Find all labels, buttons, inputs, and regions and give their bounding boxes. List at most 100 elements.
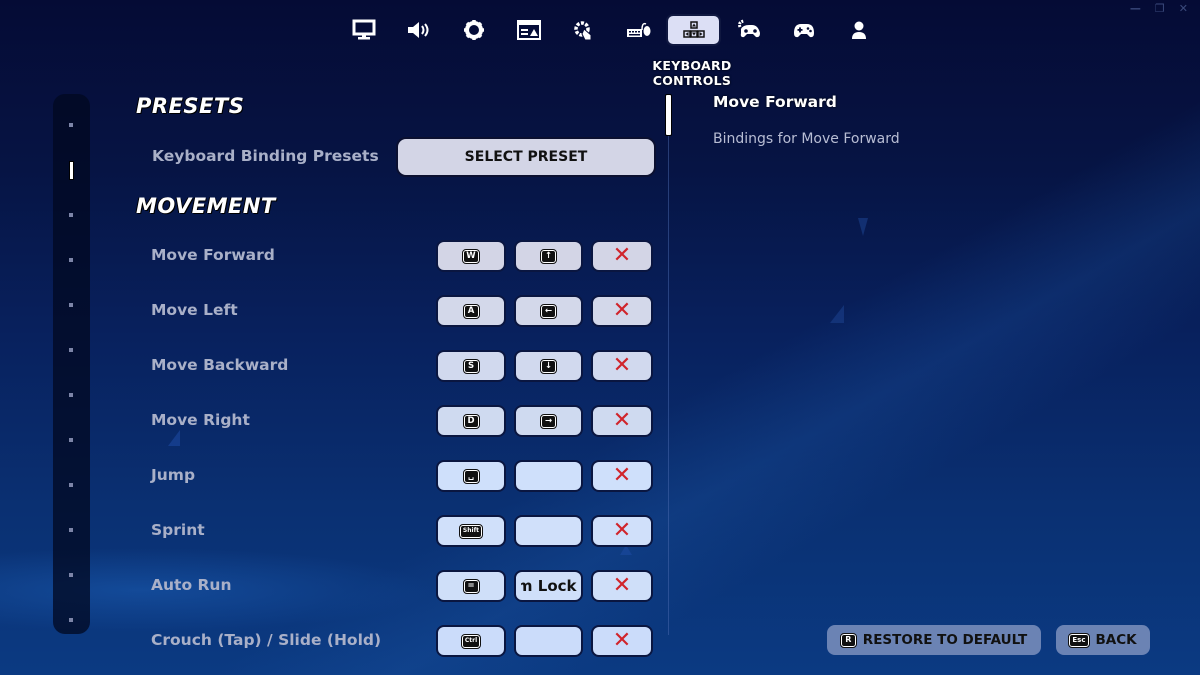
key-icon: = xyxy=(462,578,480,594)
keyboard-mouse-icon xyxy=(626,22,650,37)
primary-binding-button[interactable]: S xyxy=(436,350,506,382)
minimize-icon[interactable]: — xyxy=(1130,2,1141,15)
secondary-binding-button[interactable]: Num Lock xyxy=(514,570,583,602)
binding-label: Move Backward xyxy=(151,356,289,374)
arrow-key-icon: ↑ xyxy=(540,248,557,264)
primary-binding-button[interactable]: Shift xyxy=(436,515,506,547)
clear-binding-button[interactable]: ✕ xyxy=(591,240,653,272)
rail-marker[interactable] xyxy=(69,483,73,487)
primary-binding-button[interactable]: = xyxy=(436,570,506,602)
clear-binding-button[interactable]: ✕ xyxy=(591,405,653,437)
user-icon xyxy=(851,21,866,39)
secondary-binding-button[interactable]: ↑ xyxy=(514,240,583,272)
rail-marker[interactable] xyxy=(69,393,73,397)
binding-label: Sprint xyxy=(151,521,205,539)
key-icon: Ctrl xyxy=(460,633,482,649)
background-shard xyxy=(830,305,844,323)
close-x-icon: ✕ xyxy=(612,573,632,598)
clear-binding-button[interactable]: ✕ xyxy=(591,350,653,382)
binding-label: Move Right xyxy=(151,411,250,429)
rail-marker[interactable] xyxy=(69,348,73,352)
settings-tab-bar xyxy=(336,14,886,46)
tab-controller-settings[interactable] xyxy=(721,14,776,46)
primary-binding-button[interactable]: W xyxy=(436,240,506,272)
secondary-binding-button[interactable]: → xyxy=(514,405,583,437)
scrollbar-thumb[interactable] xyxy=(665,94,672,136)
rail-marker[interactable] xyxy=(69,258,73,262)
close-x-icon: ✕ xyxy=(612,243,632,268)
speaker-icon xyxy=(407,22,428,38)
key-icon: W xyxy=(462,248,480,264)
select-preset-button[interactable]: SELECT PRESET xyxy=(396,137,656,177)
r-key-icon: R xyxy=(839,632,857,648)
secondary-binding-button[interactable] xyxy=(514,625,583,657)
restore-label: RESTORE TO DEFAULT xyxy=(862,632,1028,648)
binding-label: Auto Run xyxy=(151,576,232,594)
esc-key-icon: Esc xyxy=(1068,632,1090,648)
back-label: BACK xyxy=(1095,632,1137,648)
clear-binding-button[interactable]: ✕ xyxy=(591,295,653,327)
rail-marker[interactable] xyxy=(69,618,73,622)
binding-label: Crouch (Tap) / Slide (Hold) xyxy=(151,631,382,649)
tab-controller[interactable] xyxy=(776,14,831,46)
detail-description: Bindings for Move Forward xyxy=(713,131,900,147)
window-controls: — ❐ ✕ xyxy=(1130,2,1188,15)
arrow-key-icon: ↓ xyxy=(540,358,557,374)
restore-icon[interactable]: ❐ xyxy=(1155,2,1165,15)
scrollbar-track[interactable] xyxy=(668,95,669,635)
rail-marker[interactable] xyxy=(69,123,73,127)
close-x-icon: ✕ xyxy=(612,628,632,653)
background-shard xyxy=(168,430,180,446)
rail-marker[interactable] xyxy=(69,573,73,577)
close-icon[interactable]: ✕ xyxy=(1179,2,1188,15)
rail-marker-active[interactable] xyxy=(69,161,74,180)
binding-label: Move Forward xyxy=(151,246,275,264)
rail-marker[interactable] xyxy=(69,303,73,307)
primary-binding-button[interactable]: ␣ xyxy=(436,460,506,492)
detail-title: Move Forward xyxy=(713,93,837,111)
binding-text: Num Lock xyxy=(521,577,577,595)
primary-binding-button[interactable]: A xyxy=(436,295,506,327)
key-icon: Shift xyxy=(458,523,484,539)
tab-audio[interactable] xyxy=(391,14,446,46)
tab-game-settings[interactable] xyxy=(446,14,501,46)
arrow-key-icon: ← xyxy=(540,303,557,319)
rail-marker[interactable] xyxy=(69,213,73,217)
secondary-binding-button[interactable]: ← xyxy=(514,295,583,327)
tab-touch[interactable] xyxy=(556,14,611,46)
rail-marker[interactable] xyxy=(69,528,73,532)
secondary-binding-button[interactable] xyxy=(514,460,583,492)
secondary-binding-button[interactable] xyxy=(514,515,583,547)
secondary-binding-button[interactable]: ↓ xyxy=(514,350,583,382)
touch-gear-icon xyxy=(573,21,591,41)
clear-binding-button[interactable]: ✕ xyxy=(591,570,653,602)
controller-gear-icon xyxy=(737,19,760,38)
key-icon: D xyxy=(462,413,480,429)
close-x-icon: ✕ xyxy=(612,408,632,433)
clear-binding-button[interactable]: ✕ xyxy=(591,515,653,547)
restore-to-default-button[interactable]: R RESTORE TO DEFAULT xyxy=(827,625,1041,655)
back-button[interactable]: Esc BACK xyxy=(1056,625,1150,655)
gamepad-icon xyxy=(793,24,814,38)
preset-label: Keyboard Binding Presets xyxy=(152,147,379,165)
clear-binding-button[interactable]: ✕ xyxy=(591,460,653,492)
tab-mouse-keyboard[interactable] xyxy=(611,14,666,46)
tab-account[interactable] xyxy=(831,14,886,46)
tab-display[interactable] xyxy=(336,14,391,46)
binding-label: Jump xyxy=(151,466,196,484)
primary-binding-button[interactable]: Ctrl xyxy=(436,625,506,657)
section-title-movement: MOVEMENT xyxy=(136,194,276,218)
active-tab-caption: KEYBOARD CONTROLS xyxy=(652,58,732,88)
close-x-icon: ✕ xyxy=(612,518,632,543)
binding-label: Move Left xyxy=(151,301,238,319)
background-shard xyxy=(858,218,868,236)
key-icon: A xyxy=(462,303,480,319)
arrow-keys-icon xyxy=(682,21,705,38)
tab-accessibility[interactable] xyxy=(501,14,556,46)
clear-binding-button[interactable]: ✕ xyxy=(591,625,653,657)
rail-marker[interactable] xyxy=(69,438,73,442)
close-x-icon: ✕ xyxy=(612,463,632,488)
gear-icon xyxy=(463,20,484,40)
primary-binding-button[interactable]: D xyxy=(436,405,506,437)
tab-keyboard-controls[interactable] xyxy=(666,14,721,46)
